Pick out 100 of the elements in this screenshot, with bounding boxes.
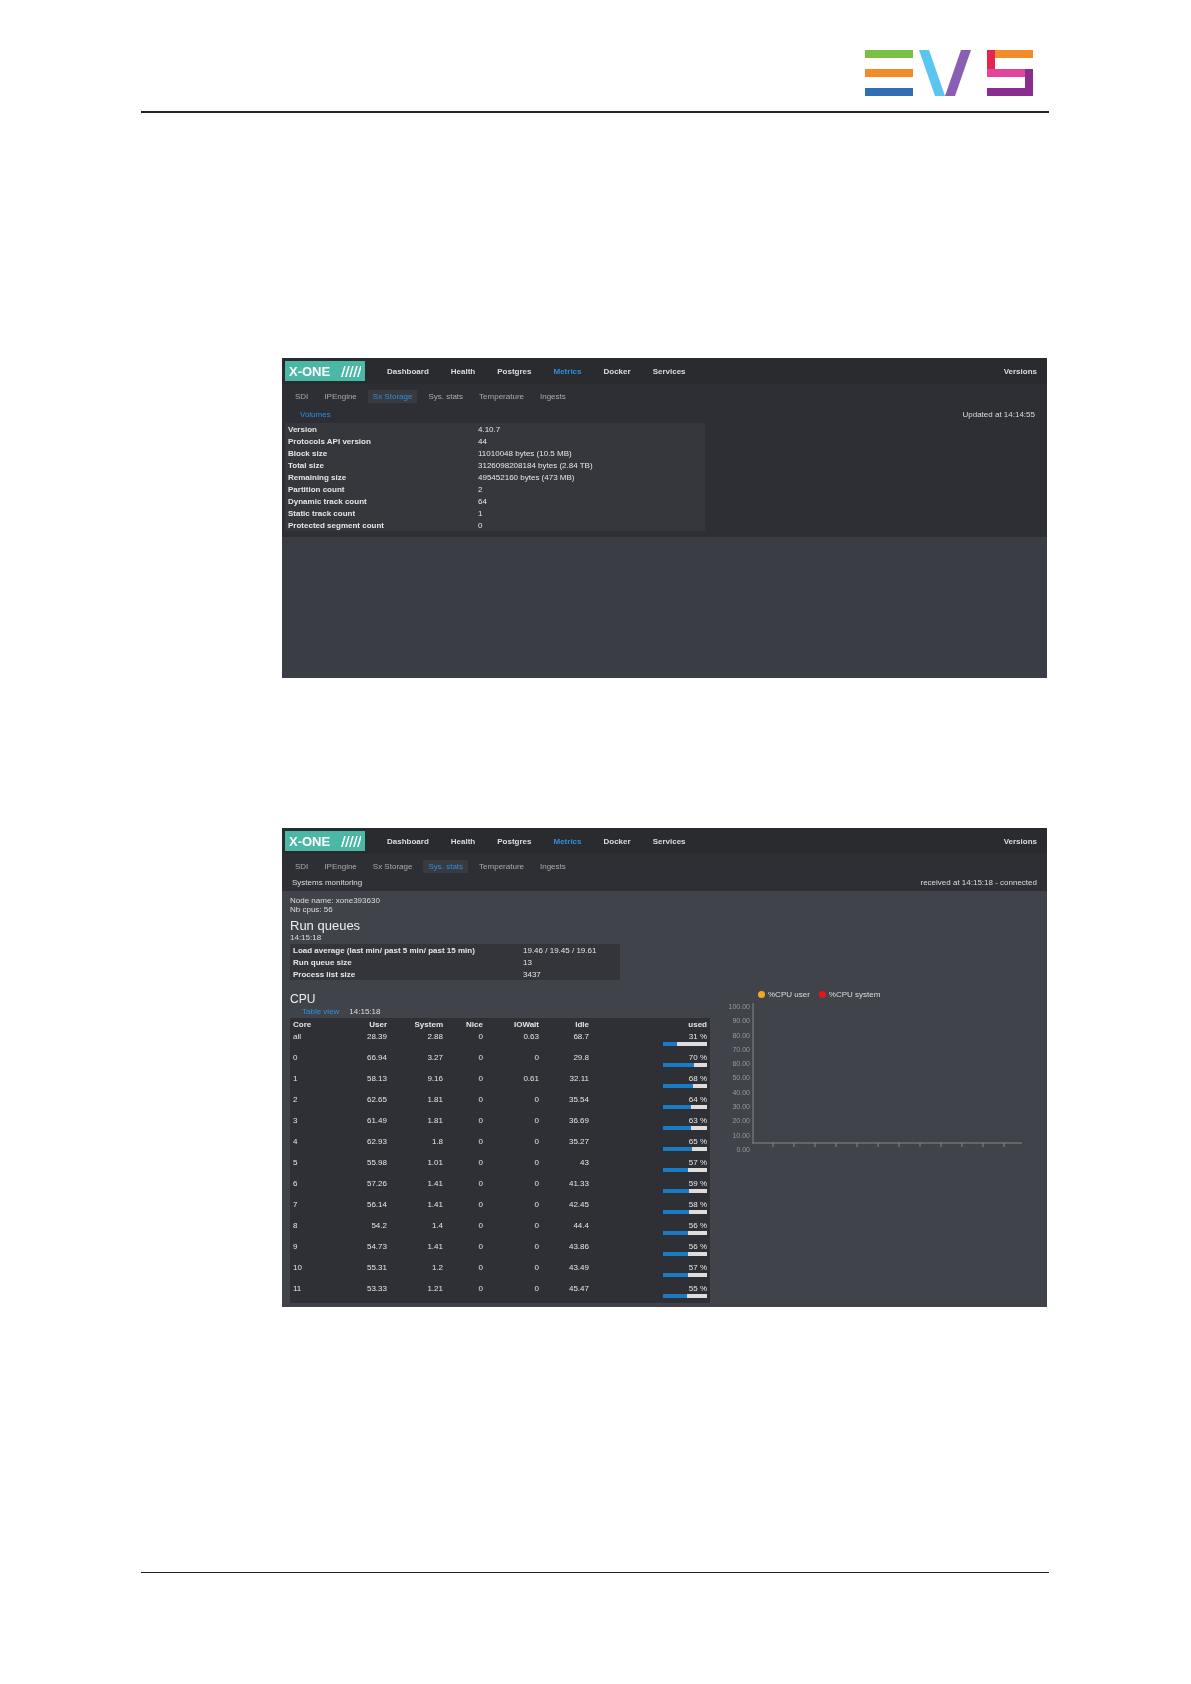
table-cell-text: 41.33: [567, 1179, 589, 1188]
table-cell-text: Block size: [287, 448, 329, 458]
timestamp: 14:15:18: [290, 933, 323, 942]
table-cell-text: 28.39: [365, 1032, 387, 1041]
legend-label: %CPU system: [828, 990, 881, 999]
usage-value: 59 %: [688, 1179, 707, 1188]
tab[interactable]: SDI: [290, 390, 314, 403]
tab[interactable]: Sys. stats: [423, 390, 469, 403]
tab[interactable]: Ingests: [535, 860, 571, 873]
nav-link[interactable]: Health: [450, 836, 476, 846]
nav-link[interactable]: Services: [652, 836, 686, 846]
table-cell-text: 0: [477, 1032, 483, 1041]
table-cell-text: Run queue size: [292, 957, 353, 967]
column-header: User: [368, 1020, 387, 1029]
table-cell-text: 0: [477, 1116, 483, 1125]
versions-link[interactable]: Versions: [1003, 836, 1037, 846]
tab[interactable]: Sys. stats: [423, 860, 469, 873]
brand-name: X-ONE: [289, 363, 331, 379]
tab[interactable]: Ingests: [535, 390, 571, 403]
table-cell-text: 0: [533, 1221, 539, 1230]
tab[interactable]: SDI: [290, 860, 314, 873]
table-cell-text: 3126098208184 bytes (2.84 TB): [478, 460, 594, 470]
table-cell-text: Protected segment count: [287, 520, 385, 530]
section-title: Systems monitoring: [292, 878, 363, 887]
tab[interactable]: Temperature: [474, 390, 529, 403]
tab[interactable]: IPEngine: [319, 390, 362, 403]
table-cell-text: Dynamic track count: [287, 496, 368, 506]
table-cell-text: 0: [477, 1053, 483, 1062]
table-cell-text: 58.13: [365, 1074, 387, 1083]
table-cell-text: Partition count: [287, 484, 346, 494]
table-cell-text: 35.27: [567, 1137, 589, 1146]
table-cell-text: 43.86: [567, 1242, 589, 1251]
table-cell-text: Protocols API version: [287, 436, 372, 446]
column-header: Core: [292, 1020, 313, 1029]
table-cell-text: 0: [477, 1179, 483, 1188]
usage-value: 56 %: [688, 1242, 707, 1251]
nav-link[interactable]: Postgres: [497, 836, 532, 846]
table-cell-text: 0: [533, 1179, 539, 1188]
nav-link[interactable]: Docker: [603, 836, 631, 846]
tab[interactable]: Sx Storage: [367, 390, 418, 403]
usage-value: 58 %: [688, 1200, 707, 1209]
table-cell-text: 2.88: [426, 1032, 443, 1041]
table-cell-text: 4: [292, 1137, 299, 1146]
volumes-tab[interactable]: Volumes: [296, 410, 335, 419]
table-cell-text: Static track count: [287, 508, 357, 518]
table-cell: 19.46 / 19.45 / 19.61: [523, 945, 597, 955]
table-cell-text: Process list size: [292, 969, 357, 979]
table-cell-text: Load average (last min/ past 5 min/ past 15 min): [292, 945, 476, 955]
table-cell-text: 0: [477, 1137, 483, 1146]
table-cell-text: 64: [478, 496, 488, 506]
table-cell: 13: [523, 957, 532, 967]
usage-value: 31 %: [688, 1032, 707, 1041]
usage-value: 65 %: [688, 1137, 707, 1146]
tab[interactable]: Sx Storage: [367, 860, 418, 873]
table-cell-text: 1.41: [426, 1242, 443, 1251]
table-cell-text: 0: [477, 1074, 483, 1083]
section-heading: Run queues: [290, 918, 362, 933]
nav-link[interactable]: Dashboard: [387, 366, 429, 376]
table-cell-text: 1: [292, 1074, 299, 1083]
nav-link[interactable]: Metrics: [553, 366, 582, 376]
table-cell-text: 9.16: [426, 1074, 443, 1083]
table-cell-text: 0: [533, 1053, 539, 1062]
table-cell: 3437: [523, 969, 541, 979]
tab[interactable]: Temperature: [474, 860, 529, 873]
nav-link[interactable]: Services: [652, 366, 686, 376]
connection-status: received at 14:15:18 - connected: [920, 878, 1037, 887]
table-cell-text: 0: [292, 1053, 299, 1062]
brand-name: X-ONE: [289, 833, 331, 849]
table-cell-text: Remaining size: [287, 472, 348, 482]
nav-link[interactable]: Docker: [603, 366, 631, 376]
nav-link[interactable]: Health: [450, 366, 476, 376]
table-cell-text: 8: [292, 1221, 299, 1230]
table-cell-text: 0: [477, 1284, 483, 1293]
nav-link[interactable]: Metrics: [553, 836, 582, 846]
usage-value: 55 %: [688, 1284, 707, 1293]
versions-link[interactable]: Versions: [1003, 366, 1037, 376]
section-heading: CPU: [290, 992, 317, 1006]
table-cell-text: 44: [478, 436, 488, 446]
table-cell-text: 3.27: [426, 1053, 443, 1062]
table-cell-text: 61.49: [365, 1116, 387, 1125]
table-cell-text: 0: [477, 1095, 483, 1104]
table-cell-text: 1.81: [426, 1116, 443, 1125]
table-cell-text: 0.63: [522, 1032, 539, 1041]
table-cell-text: 9: [292, 1242, 299, 1251]
table-cell-text: 43: [579, 1158, 589, 1167]
nav-link[interactable]: Postgres: [497, 366, 532, 376]
usage-value: 56 %: [688, 1221, 707, 1230]
table-cell-text: 1.41: [426, 1179, 443, 1188]
table-cell-text: 1.01: [426, 1158, 443, 1167]
table-cell-text: 0: [533, 1242, 539, 1251]
column-header: IOWait: [512, 1020, 539, 1029]
table-cell-text: 42.45: [567, 1200, 589, 1209]
table-cell-text: 55.31: [365, 1263, 387, 1272]
table-cell-text: 0: [533, 1095, 539, 1104]
nav-link[interactable]: Dashboard: [387, 836, 429, 846]
table-cell-text: 0: [477, 1200, 483, 1209]
table-cell-text: Version: [287, 424, 318, 434]
tab[interactable]: IPEngine: [319, 860, 362, 873]
table-cell-text: 57.26: [365, 1179, 387, 1188]
table-cell-text: 68.7: [572, 1032, 589, 1041]
